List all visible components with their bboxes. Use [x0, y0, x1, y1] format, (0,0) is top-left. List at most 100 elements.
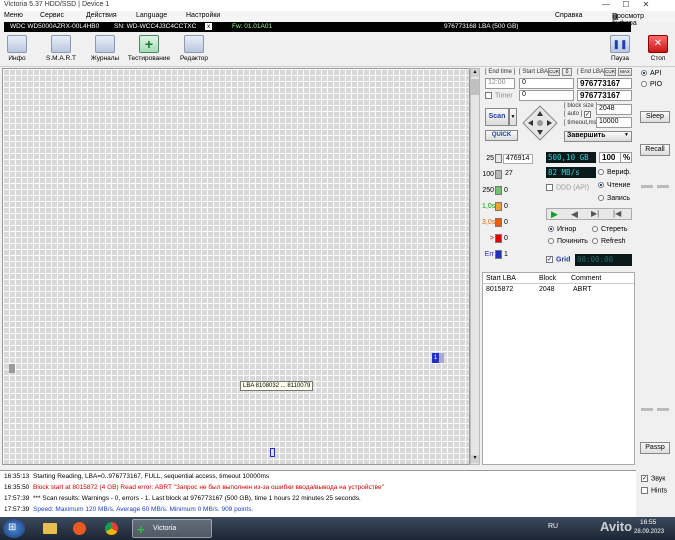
timer-field[interactable]: 0 — [519, 90, 574, 101]
auto-checkbox[interactable]: ✓ — [584, 111, 591, 118]
log-text: *** Scan results: Warnings - 0, errors -… — [33, 495, 361, 502]
end-lba-field-2[interactable]: 976773167 — [577, 90, 632, 101]
sleep-button[interactable]: Sleep — [640, 111, 670, 123]
menu-item-language[interactable]: Language — [136, 12, 167, 19]
ddd-api-checkbox[interactable]: DDD (API) — [546, 184, 589, 191]
menu-item-service[interactable]: Сервис — [40, 12, 64, 19]
radio-icon — [598, 182, 604, 189]
slider-track[interactable] — [641, 408, 653, 411]
start-lba-field[interactable]: 0 — [519, 78, 574, 89]
event-log[interactable]: 16:35:13 Starting Reading, LBA=0..9767731… — [0, 470, 636, 517]
clock-date[interactable]: 28.09.2023 — [634, 529, 664, 535]
pio-radio[interactable]: PIO — [641, 81, 662, 88]
verify-radio[interactable]: Вериф. — [598, 169, 631, 176]
repair-radio[interactable]: Починить — [548, 238, 588, 245]
refresh-radio[interactable]: Refresh — [592, 238, 626, 245]
pause-label: Пауза — [610, 55, 630, 62]
passp-button[interactable]: Passp — [640, 442, 670, 454]
latency-legend: 25 476914 100 27 250 0 1,0s 0 3,0s 0 > 0 — [482, 152, 542, 264]
slider-track[interactable] — [657, 408, 669, 411]
ignore-radio[interactable]: Игнор — [548, 226, 576, 233]
log-entry: 16:35:13 Starting Reading, LBA=0..9767731… — [0, 471, 636, 482]
maximize-button[interactable]: ☐ — [617, 0, 635, 11]
logs-button[interactable]: Журналы — [88, 35, 122, 65]
scan-dropdown-icon[interactable]: ▼ — [509, 108, 517, 126]
language-indicator[interactable]: RU — [548, 523, 558, 530]
timer-checkbox[interactable]: Timer — [485, 92, 513, 99]
sound-check-icon: ✓ — [641, 475, 648, 482]
column-block[interactable]: Block — [539, 275, 556, 282]
legend-count: 27 — [505, 170, 513, 177]
device-bar[interactable]: WDC WD5000AZRX-00L4HB0 SN: WD-WCC4J3C4CC… — [4, 22, 631, 32]
editor-button[interactable]: Редактор — [178, 35, 210, 65]
sound-checkbox[interactable]: ✓ Звук — [641, 475, 665, 482]
stop-button[interactable]: ✕ Стоп — [646, 35, 670, 65]
clock-time[interactable]: 16:55 — [640, 519, 656, 526]
smart-button[interactable]: S.M.A.R.T — [44, 35, 78, 65]
repair-label: Починить — [557, 238, 588, 245]
refresh-label: Refresh — [601, 238, 626, 245]
menu-item-help[interactable]: Справка — [555, 12, 582, 19]
pause-button[interactable]: ❚❚ Пауза — [608, 35, 632, 65]
menu-item-settings[interactable]: Настройки — [186, 12, 220, 19]
start-cur-button[interactable]: CUR — [548, 68, 560, 76]
column-comment[interactable]: Comment — [571, 275, 601, 282]
cell-comment: ABRT — [573, 286, 592, 293]
finish-action-select[interactable]: Завершить ▼ — [564, 131, 632, 142]
end-max-button[interactable]: MAX — [618, 68, 632, 76]
menu-item-menu[interactable]: Меню — [4, 12, 23, 19]
pause-icon: ❚❚ — [610, 35, 630, 53]
grid-scrollbar[interactable]: ▲ ▼ — [470, 68, 480, 465]
chevron-down-icon: ▼ — [624, 132, 629, 138]
play-icon[interactable]: ▶ — [551, 209, 558, 220]
start-button[interactable]: ⊞ — [3, 519, 25, 538]
rewind-icon[interactable]: ◀ — [571, 209, 578, 220]
start-zero-button[interactable]: 0 — [562, 68, 572, 76]
window-title: Victoria 5.37 HDD/SSD | Device 1 — [4, 1, 110, 8]
scroll-down-icon[interactable]: ▼ — [471, 455, 479, 463]
radio-icon — [598, 169, 604, 176]
explorer-taskbar-icon[interactable] — [38, 519, 62, 538]
chrome-taskbar-icon[interactable] — [100, 519, 124, 538]
testing-button[interactable]: + Тестирование — [126, 35, 172, 65]
quick-button[interactable]: QUICK — [485, 130, 518, 141]
device-model: WDC WD5000AZRX-00L4HB0 — [10, 23, 100, 30]
stop-label: Стоп — [650, 55, 666, 62]
scan-button[interactable]: Scan — [485, 108, 509, 126]
media-taskbar-icon[interactable] — [68, 519, 92, 538]
device-close[interactable]: x — [205, 23, 213, 30]
erase-radio[interactable]: Стереть — [592, 226, 627, 233]
skip-end-icon[interactable]: |◀ — [613, 209, 621, 218]
grid-checkbox[interactable]: ✓ Grid — [546, 256, 570, 263]
block-size-select[interactable]: 2048 — [596, 104, 632, 115]
slider-track[interactable] — [641, 185, 653, 188]
menu-item-actions[interactable]: Действия — [86, 12, 117, 19]
end-time-field[interactable]: 12:00 — [485, 78, 515, 89]
scroll-up-icon[interactable]: ▲ — [471, 69, 479, 77]
victoria-taskbar-item[interactable]: + Victoria — [132, 519, 212, 538]
windows-icon: ⊞ — [8, 522, 17, 533]
scan-map-grid[interactable] — [2, 68, 470, 465]
timeout-select[interactable]: 10000 — [596, 117, 632, 128]
skip-back-icon[interactable]: ▶| — [591, 209, 599, 218]
device-capacity: 976773168 LBA (500 GB) — [444, 23, 519, 30]
scroll-thumb[interactable] — [471, 79, 479, 95]
minimize-button[interactable]: — — [597, 0, 615, 11]
close-button[interactable]: ✕ — [637, 0, 655, 11]
error-table[interactable]: Start LBA Block Comment 8015872 2048 ABR… — [482, 272, 635, 465]
slider-track[interactable] — [657, 185, 669, 188]
column-start-lba[interactable]: Start LBA — [486, 275, 516, 282]
timer-label: Timer — [495, 92, 513, 100]
write-radio[interactable]: Запись — [598, 195, 630, 202]
recall-button[interactable]: Recall — [640, 144, 670, 156]
end-cur-button[interactable]: CUR — [604, 68, 616, 76]
table-row[interactable]: 8015872 2048 ABRT — [483, 285, 634, 295]
hints-checkbox[interactable]: Hints — [641, 487, 667, 494]
log-entry: 16:35:50 Block start at 8015872 (4 GB) Re… — [0, 482, 636, 493]
read-radio[interactable]: Чтение — [598, 182, 630, 189]
api-radio[interactable]: API — [641, 70, 661, 77]
info-button[interactable]: Инфо — [4, 35, 30, 65]
end-lba-field[interactable]: 976773167 — [577, 78, 632, 89]
legend-count: 0 — [504, 219, 508, 226]
navigation-pad[interactable] — [522, 105, 558, 141]
